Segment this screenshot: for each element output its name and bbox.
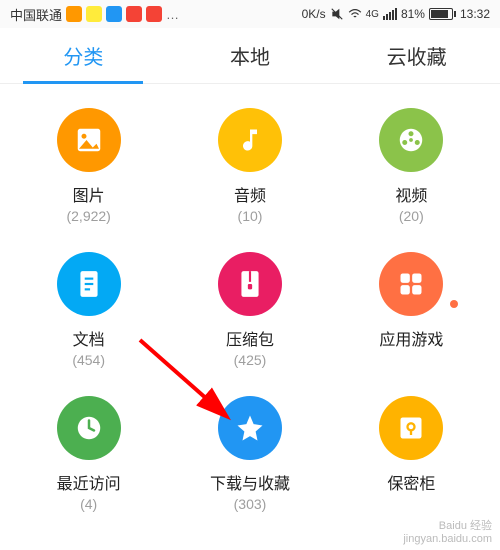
category-label: 应用游戏 xyxy=(379,326,443,350)
tab-local[interactable]: 本地 xyxy=(167,28,334,83)
star-icon xyxy=(218,396,282,460)
category-label: 文档 xyxy=(73,326,105,350)
notification-dot xyxy=(450,300,458,308)
image-icon xyxy=(57,108,121,172)
app-icon-2 xyxy=(106,6,122,22)
app-icon-1 xyxy=(86,6,102,22)
category-count: (4) xyxy=(80,496,97,512)
clock-icon xyxy=(57,396,121,460)
more-icon: … xyxy=(166,7,179,22)
watermark: Baidu 经验 jingyan.baidu.com xyxy=(403,520,492,546)
tab-bar: 分类 本地 云收藏 xyxy=(0,28,500,84)
carrier-label: 中国联通 xyxy=(10,5,62,24)
zip-icon xyxy=(218,252,282,316)
music-icon xyxy=(218,108,282,172)
category-label: 图片 xyxy=(73,182,105,206)
category-label: 下载与收藏 xyxy=(210,470,290,494)
watermark-url: jingyan.baidu.com xyxy=(403,533,492,546)
category-label: 保密柜 xyxy=(387,470,435,494)
tab-cloud[interactable]: 云收藏 xyxy=(333,28,500,83)
category-label: 视频 xyxy=(395,182,427,206)
app-icon-4 xyxy=(146,6,162,22)
battery-icon xyxy=(429,8,456,20)
apps-icon xyxy=(379,252,443,316)
screen: 中国联通 … 0K/s 4G 81% 13:32 xyxy=(0,0,500,550)
app-icon-3 xyxy=(126,6,142,22)
category-recent[interactable]: 最近访问 (4) xyxy=(8,396,169,512)
weibo-icon xyxy=(66,6,82,22)
network-type: 4G xyxy=(366,9,379,20)
category-audio[interactable]: 音频 (10) xyxy=(169,108,330,224)
status-bar: 中国联通 … 0K/s 4G 81% 13:32 xyxy=(0,0,500,28)
status-left: 中国联通 … xyxy=(10,5,179,24)
film-icon xyxy=(379,108,443,172)
category-safe[interactable]: 保密柜 xyxy=(331,396,492,512)
category-count: (454) xyxy=(72,352,105,368)
category-apps[interactable]: 应用游戏 xyxy=(331,252,492,368)
category-archive[interactable]: 压缩包 (425) xyxy=(169,252,330,368)
clock: 13:32 xyxy=(460,7,490,21)
category-grid: 图片 (2,922) 音频 (10) 视频 (20) 文档 (454) xyxy=(0,84,500,536)
category-count: (20) xyxy=(399,208,424,224)
wifi-icon xyxy=(348,7,362,21)
category-label: 压缩包 xyxy=(226,326,274,350)
battery-pct: 81% xyxy=(401,7,425,21)
watermark-brand: Baidu 经验 xyxy=(439,520,492,533)
category-label: 最近访问 xyxy=(57,470,121,494)
signal-icon xyxy=(383,8,397,20)
category-count: (303) xyxy=(234,496,267,512)
safe-icon xyxy=(379,396,443,460)
category-label: 音频 xyxy=(234,182,266,206)
category-download[interactable]: 下载与收藏 (303) xyxy=(169,396,330,512)
tab-category[interactable]: 分类 xyxy=(0,28,167,83)
category-count: (10) xyxy=(238,208,263,224)
category-images[interactable]: 图片 (2,922) xyxy=(8,108,169,224)
category-count: (425) xyxy=(234,352,267,368)
net-speed: 0K/s xyxy=(302,7,326,21)
document-icon xyxy=(57,252,121,316)
category-docs[interactable]: 文档 (454) xyxy=(8,252,169,368)
status-right: 0K/s 4G 81% 13:32 xyxy=(302,7,490,21)
category-video[interactable]: 视频 (20) xyxy=(331,108,492,224)
mute-icon xyxy=(330,7,344,21)
category-count: (2,922) xyxy=(66,208,110,224)
